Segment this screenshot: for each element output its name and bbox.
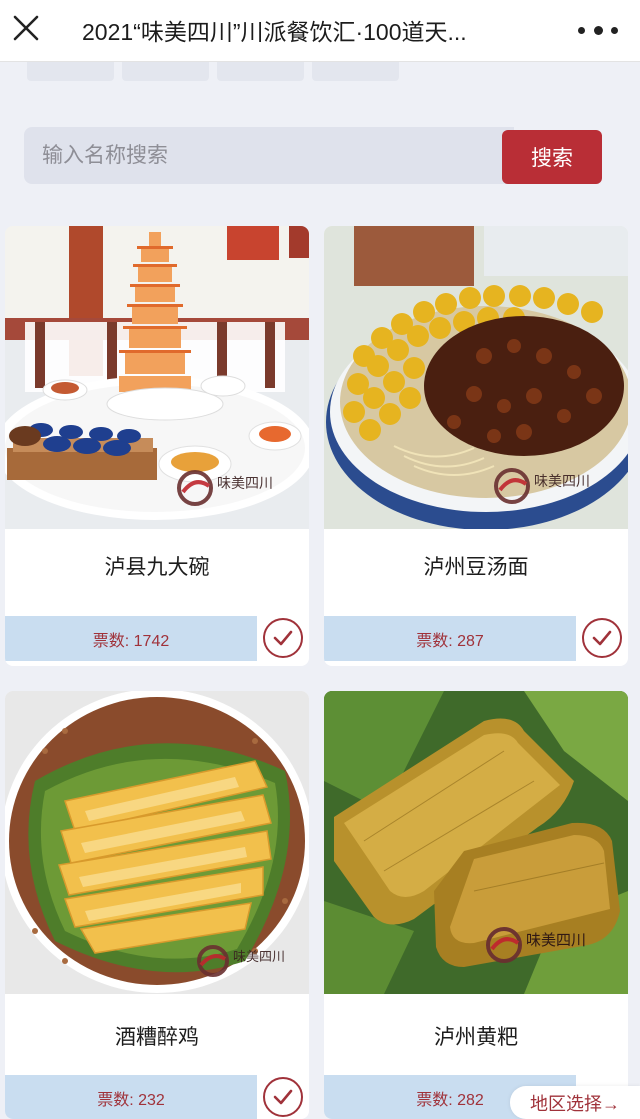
region-select-button[interactable]: 地区选择→ — [510, 1086, 640, 1119]
check-icon — [592, 630, 612, 646]
category-tab[interactable] — [217, 62, 304, 81]
category-tab[interactable] — [122, 62, 209, 81]
vote-count: 票数: 287 — [324, 616, 576, 661]
vote-button[interactable] — [263, 1077, 303, 1117]
svg-text:味美四川: 味美四川 — [217, 476, 273, 492]
dish-card[interactable]: 味美四川 泸州豆汤面 票数: 287 — [324, 226, 628, 666]
svg-text:味美四川: 味美四川 — [534, 474, 590, 490]
dish-card[interactable]: 味美四川 泸州黄粑 票数: 282 — [324, 691, 628, 1119]
search-button[interactable]: 搜索 — [502, 130, 602, 184]
dish-name: 泸州豆汤面 — [423, 556, 529, 579]
category-tab[interactable] — [312, 62, 399, 81]
close-button[interactable] — [8, 8, 44, 48]
vote-button[interactable] — [263, 618, 303, 658]
page-title: 2021“味美四川”川派餐饮汇·100道天... — [82, 19, 467, 45]
dish-photo[interactable]: 味美四川 — [5, 226, 309, 529]
dish-photo[interactable]: 味美四川 — [5, 691, 309, 994]
close-icon — [13, 15, 39, 41]
category-tab[interactable] — [27, 62, 114, 81]
dish-name: 泸县九大碗 — [104, 556, 210, 579]
search-input[interactable] — [24, 127, 514, 184]
dish-card[interactable]: 味美四川 酒糟醉鸡 票数: 232 — [5, 691, 309, 1119]
vote-button[interactable] — [582, 618, 622, 658]
category-tabs — [27, 62, 399, 81]
vote-count: 票数: 1742 — [5, 616, 257, 661]
svg-text:味美四川: 味美四川 — [233, 949, 285, 964]
dish-card[interactable]: 味美四川 泸县九大碗 票数: 1742 — [5, 226, 309, 666]
vote-count: 票数: 232 — [5, 1075, 257, 1119]
more-button[interactable] — [578, 18, 618, 42]
check-icon — [273, 630, 293, 646]
check-icon — [273, 1089, 293, 1105]
top-bar: 2021“味美四川”川派餐饮汇·100道天... — [0, 0, 640, 62]
search-bar: 搜索 — [24, 127, 602, 184]
dish-name: 泸州黄粑 — [434, 1026, 518, 1049]
svg-text:味美四川: 味美四川 — [526, 932, 586, 949]
dish-photo[interactable]: 味美四川 — [324, 226, 628, 529]
more-icon — [578, 26, 585, 34]
dish-photo[interactable]: 味美四川 — [324, 691, 628, 994]
dish-name: 酒糟醉鸡 — [115, 1026, 199, 1049]
